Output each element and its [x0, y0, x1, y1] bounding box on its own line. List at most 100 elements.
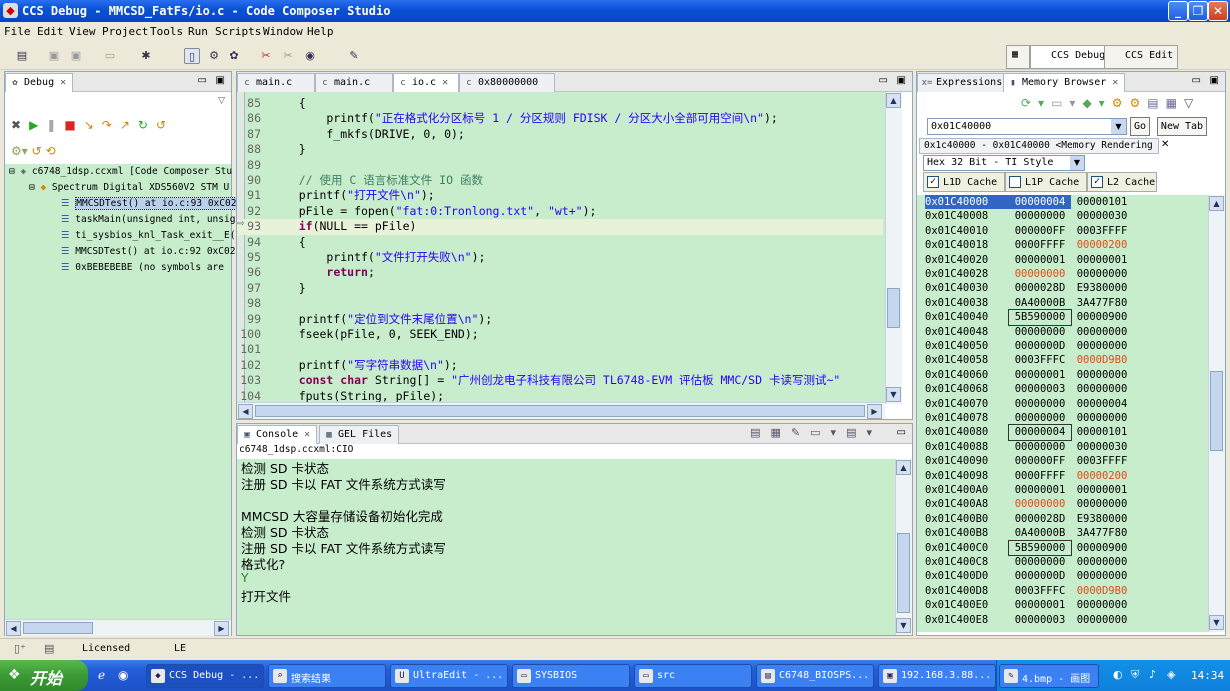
sync-icon[interactable]: ⚙	[1129, 96, 1147, 110]
view-menu-icon[interactable]: ▽	[1184, 96, 1200, 110]
line-number[interactable]: 103	[237, 373, 271, 388]
memory-value[interactable]: 00000200	[1071, 469, 1133, 483]
menu-tools[interactable]: Tools	[150, 25, 183, 38]
memory-value[interactable]: 00000030	[1071, 440, 1133, 454]
memory-row[interactable]: 0x01C40088 00000000 00000030	[925, 440, 1133, 454]
scroll-down-icon[interactable]: ▼	[886, 387, 901, 402]
code-line[interactable]: 103 const char String[] = "广州创龙电子科技有限公司 …	[237, 373, 883, 388]
save-all-icon[interactable]: ▣	[68, 48, 84, 64]
memory-value[interactable]: 00000004	[1008, 424, 1072, 441]
memory-value[interactable]: 000000FF	[1009, 224, 1071, 238]
perspective-ccs-edit[interactable]: CCS Edit	[1104, 45, 1179, 69]
memory-row[interactable]: 0x01C40040 5B590000 00000900	[925, 309, 1133, 326]
menu-scripts[interactable]: Scripts	[215, 25, 261, 38]
memory-row[interactable]: 0x01C400D0 0000000D 00000000	[925, 569, 1133, 583]
flash-icon[interactable]: ✎	[346, 48, 362, 64]
network-icon[interactable]: ◐	[1113, 668, 1123, 681]
task-src[interactable]: ▭ src	[634, 664, 752, 688]
line-number[interactable]: 89	[237, 158, 271, 173]
connect-icon[interactable]: ⚙	[206, 48, 222, 64]
memory-value[interactable]: 00000000	[1009, 440, 1071, 454]
memory-value[interactable]: 0000FFFF	[1009, 238, 1071, 252]
new-view-icon[interactable]: ▦	[1166, 96, 1184, 110]
memory-row[interactable]: 0x01C40098 0000FFFF 00000200	[925, 469, 1133, 483]
memory-row[interactable]: 0x01C40028 00000000 00000000	[925, 267, 1133, 281]
console-output[interactable]: 检测 SD 卡状态 注册 SD 卡以 FAT 文件系统方式读写 MMCSD 大容…	[237, 459, 895, 635]
memory-row[interactable]: 0x01C400C8 00000000 00000000	[925, 555, 1133, 569]
memory-value[interactable]: 00000000	[1071, 325, 1133, 339]
address-combo[interactable]: 0x01C40000 ▼	[927, 118, 1127, 135]
address-input[interactable]: 0x01C40000	[931, 121, 991, 132]
editor-vscroll[interactable]: ▲ ▼	[885, 92, 902, 404]
scroll-right-icon[interactable]: ▶	[214, 621, 229, 636]
line-number[interactable]: 87	[237, 127, 271, 142]
memory-value[interactable]: 00000000	[1071, 497, 1133, 511]
reload-icon[interactable]: ⟲	[46, 144, 56, 158]
memory-row[interactable]: 0x01C40070 00000000 00000004	[925, 397, 1133, 411]
memory-value[interactable]: 0000028D	[1009, 281, 1071, 295]
open-perspective-icon[interactable]: ▦	[1006, 45, 1030, 69]
tab-memory-rendering[interactable]: 0x1c40000 - 0x01C40000 <Memory Rendering…	[919, 138, 1159, 154]
scroll-thumb[interactable]	[255, 405, 865, 417]
scroll-up-icon[interactable]: ▲	[886, 93, 901, 108]
minimize-view-icon[interactable]: ▭	[1192, 75, 1201, 86]
resume-icon[interactable]: ▶	[29, 118, 46, 132]
memory-value[interactable]: 00000000	[1071, 382, 1133, 396]
memory-value[interactable]: 000000FF	[1009, 454, 1071, 468]
scroll-down-icon[interactable]: ▼	[896, 618, 911, 633]
terminate-icon[interactable]: ■	[64, 118, 83, 132]
tree-item-emulator[interactable]: ⊟ ◆ Spectrum Digital XDS560V2 STM U	[29, 180, 229, 196]
memory-value[interactable]: 00000101	[1071, 425, 1133, 439]
close-icon[interactable]: ✕	[1112, 77, 1118, 88]
memory-value[interactable]: 00000001	[1009, 598, 1071, 612]
memory-value[interactable]: 00000000	[1009, 497, 1071, 511]
scroll-right-icon[interactable]: ▶	[867, 404, 882, 419]
debug-hscroll[interactable]: ◀ ▶	[5, 619, 231, 636]
save-memory-icon[interactable]: ▭▾	[1051, 96, 1082, 110]
view-menu-icon[interactable]: ▽	[218, 96, 225, 106]
memory-value[interactable]: 00000000	[1071, 613, 1133, 627]
memory-value[interactable]: 00000030	[1071, 209, 1133, 223]
tree-item-frame[interactable]: ☰ taskMain(unsigned int, unsig	[61, 212, 235, 228]
code-line[interactable]: 94 {	[237, 235, 883, 250]
memory-value[interactable]: 00000101	[1071, 195, 1133, 209]
memory-value[interactable]: 00000003	[1009, 382, 1071, 396]
checkbox-unchecked-icon[interactable]	[1009, 176, 1021, 188]
memory-value[interactable]: 00000001	[1009, 483, 1071, 497]
memory-value[interactable]: E9380000	[1071, 281, 1133, 295]
memory-value[interactable]: 0003FFFF	[1071, 224, 1133, 238]
task-sysbios[interactable]: ▭ SYSBIOS	[512, 664, 630, 688]
memory-vscroll[interactable]: ▲ ▼	[1208, 195, 1225, 632]
code-line[interactable]: 100 fseek(pFile, 0, SEEK_END);	[237, 327, 883, 342]
new-icon[interactable]: ▤	[14, 48, 30, 64]
format-select[interactable]: Hex 32 Bit - TI Style ▼	[923, 155, 1085, 171]
target-icon[interactable]: ◉	[302, 48, 318, 64]
link-icon[interactable]: ⚙	[1112, 96, 1130, 110]
scroll-thumb[interactable]	[887, 288, 900, 328]
code-line[interactable]: 92 pFile = fopen("fat:0:Tronlong.txt", "…	[237, 204, 883, 219]
tab-main-c-2[interactable]: c main.c	[315, 73, 393, 92]
memory-row[interactable]: 0x01C400A8 00000000 00000000	[925, 497, 1133, 511]
memory-value[interactable]: 00000900	[1071, 541, 1133, 555]
memory-row[interactable]: 0x01C40060 00000001 00000000	[925, 368, 1133, 382]
memory-row[interactable]: 0x01C40048 00000000 00000000	[925, 325, 1133, 339]
scroll-thumb[interactable]	[897, 533, 910, 613]
line-number[interactable]: 91	[237, 188, 271, 203]
memory-row[interactable]: 0x01C40038 0A40000B 3A477F80	[925, 296, 1133, 310]
memory-value[interactable]: 0003FFFC	[1009, 353, 1071, 367]
memory-row[interactable]: 0x01C400B8 0A40000B 3A477F80	[925, 526, 1133, 540]
assembly-step-icon[interactable]: ↻	[138, 118, 156, 132]
memory-value[interactable]: 0000D9B0	[1071, 584, 1133, 598]
checkbox-checked-icon[interactable]: ✓	[927, 176, 939, 188]
memory-row[interactable]: 0x01C40058 0003FFFC 0000D9B0	[925, 353, 1133, 367]
close-icon[interactable]: ✕	[304, 429, 310, 440]
memory-value[interactable]: 00000001	[1071, 253, 1133, 267]
task-pdf[interactable]: ▤ C6748_BIOSPS...	[756, 664, 874, 688]
fast-view-icon[interactable]: ▯⁺	[14, 642, 26, 655]
step-over-icon[interactable]: ↷	[102, 118, 120, 132]
memory-row[interactable]: 0x01C40068 00000003 00000000	[925, 382, 1133, 396]
load-memory-icon[interactable]: ◆▾	[1082, 96, 1111, 110]
start-button[interactable]: ❖ 开始	[0, 660, 88, 691]
memory-value[interactable]: 00000000	[1009, 325, 1071, 339]
tab-main-c-1[interactable]: c main.c	[237, 73, 315, 92]
